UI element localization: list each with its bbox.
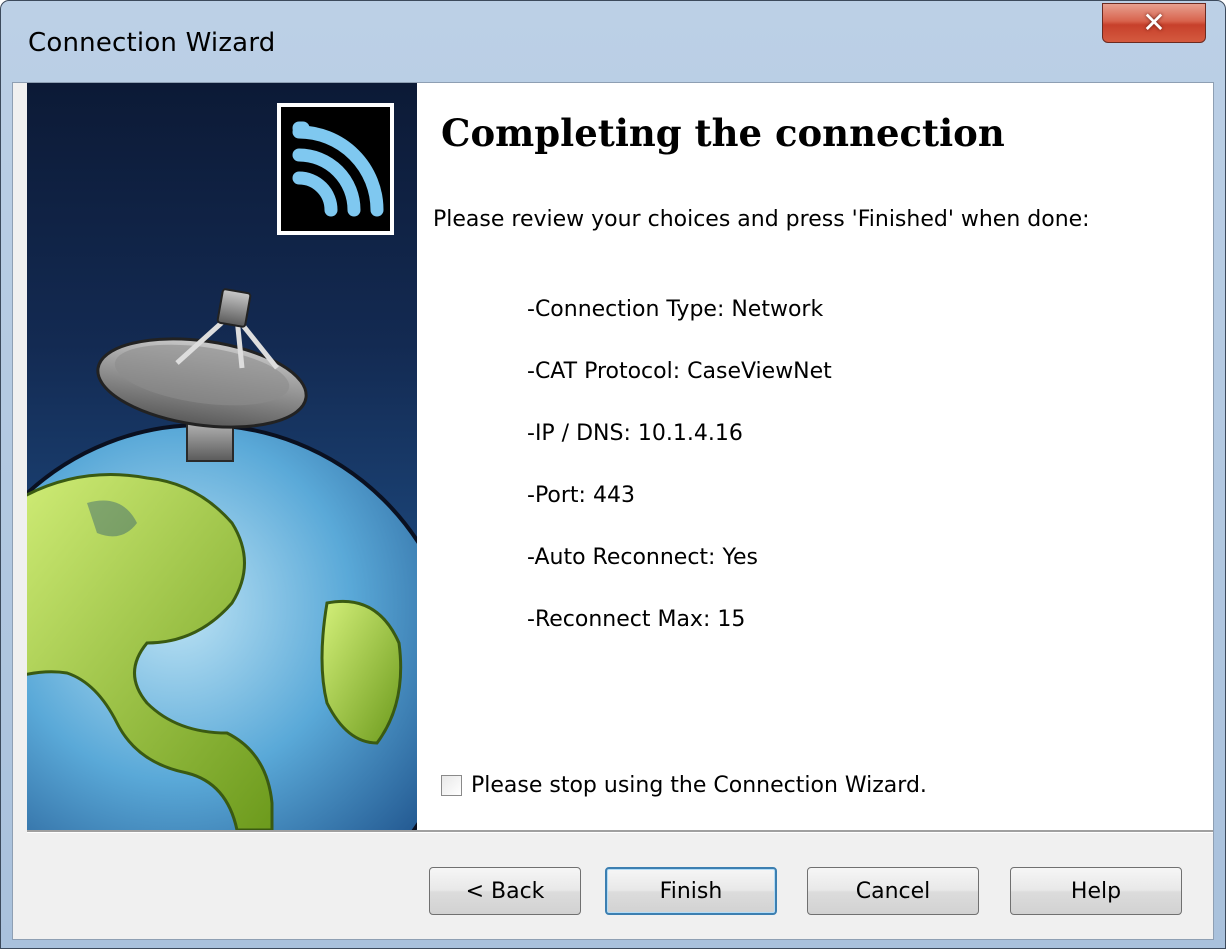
summary-item: -IP / DNS: 10.1.4.16 [527, 421, 743, 446]
help-button[interactable]: Help [1010, 867, 1182, 915]
stop-wizard-label[interactable]: Please stop using the Connection Wizard. [471, 773, 927, 798]
summary-item: -Connection Type: Network [527, 297, 824, 322]
page-title: Completing the connection [441, 111, 1005, 155]
window-title: Connection Wizard [28, 28, 276, 58]
back-button[interactable]: < Back [429, 867, 581, 915]
stop-wizard-checkbox-row[interactable]: Please stop using the Connection Wizard. [441, 773, 927, 798]
summary-item: -Reconnect Max: 15 [527, 607, 746, 632]
instruction-text: Please review your choices and press 'Fi… [433, 207, 1090, 232]
connection-wizard-window: Connection Wizard ✕ Completing the conne… [0, 0, 1226, 949]
wireless-signal-icon [277, 103, 394, 235]
close-icon: ✕ [1142, 6, 1166, 39]
summary-item: -CAT Protocol: CaseViewNet [527, 359, 832, 384]
close-button[interactable]: ✕ [1102, 3, 1206, 43]
summary-item: -Auto Reconnect: Yes [527, 545, 758, 570]
cancel-button[interactable]: Cancel [807, 867, 979, 915]
title-bar[interactable]: Connection Wizard ✕ [1, 1, 1225, 81]
summary-item: -Port: 443 [527, 483, 635, 508]
satellite-dish-globe-illustration [27, 103, 417, 830]
wizard-content-area: Completing the connection Please review … [417, 83, 1213, 830]
dialog-client-area: Completing the connection Please review … [12, 82, 1214, 940]
button-area-divider [27, 830, 1213, 833]
finish-button[interactable]: Finish [605, 867, 777, 915]
stop-wizard-checkbox[interactable] [441, 775, 462, 796]
wizard-side-panel [27, 83, 417, 830]
